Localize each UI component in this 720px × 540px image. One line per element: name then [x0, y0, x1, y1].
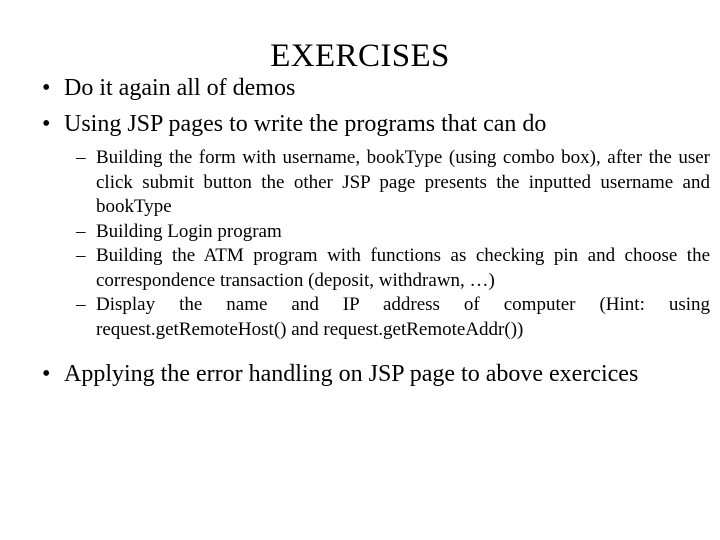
presentation-slide: EXERCISES • Do it again all of demos • U…: [0, 0, 720, 540]
bullet-item-level2: – Display the name and IP address of com…: [30, 293, 710, 342]
bullet-item-level2: – Building Login program: [30, 220, 710, 245]
dash-marker-icon: –: [76, 220, 86, 242]
bullet-marker-icon: •: [42, 111, 51, 137]
bullet-item-level1: • Do it again all of demos: [30, 72, 710, 105]
slide-body: • Do it again all of demos • Using JSP p…: [30, 72, 710, 391]
dash-marker-icon: –: [76, 245, 86, 266]
dash-marker-icon: –: [76, 294, 86, 315]
bullet-marker-icon: •: [42, 75, 51, 101]
bullet-text: Do it again all of demos: [64, 75, 296, 101]
sub-bullet-text: Building Login program: [96, 220, 282, 242]
bullet-item-level2: – Building the form with username, bookT…: [30, 146, 710, 220]
bullet-marker-icon: •: [42, 361, 51, 387]
sub-bullet-text: Building the ATM program with functions …: [96, 245, 710, 291]
bullet-text: Applying the error handling on JSP page …: [64, 361, 639, 387]
sub-bullet-list: – Building the form with username, bookT…: [30, 146, 710, 342]
bullet-item-level1: • Using JSP pages to write the programs …: [30, 108, 710, 141]
dash-marker-icon: –: [76, 147, 86, 168]
sub-bullet-text: Display the name and IP address of compu…: [96, 294, 710, 340]
bullet-item-level1: • Applying the error handling on JSP pag…: [30, 358, 710, 391]
slide-title: EXERCISES: [270, 38, 450, 75]
bullet-item-level2: – Building the ATM program with function…: [30, 244, 710, 293]
bullet-text: Using JSP pages to write the programs th…: [64, 111, 547, 137]
sub-bullet-text: Building the form with username, bookTyp…: [96, 147, 710, 217]
